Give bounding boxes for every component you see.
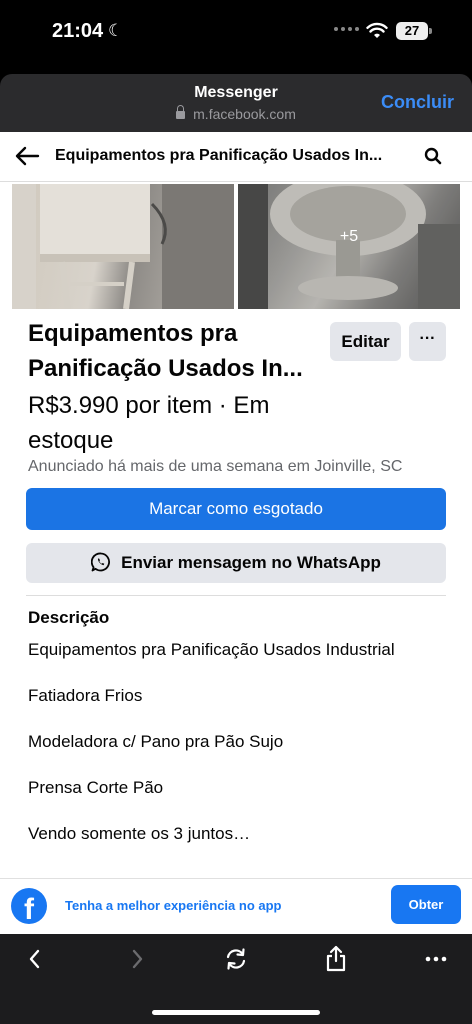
status-time: 21:04 [52, 20, 104, 42]
whatsapp-icon [91, 552, 111, 571]
posted-info: Anunciado há mais de uma semana em Joinv… [28, 458, 403, 475]
moon-icon: ☾ [108, 21, 124, 40]
get-app-button[interactable]: Obter [391, 885, 461, 924]
mark-as-sold-button[interactable]: Marcar como esgotado [26, 488, 446, 530]
price-line: R$3.990 por item · Em [28, 392, 270, 419]
description-line: Prensa Corte Pão [28, 778, 164, 797]
topbar-title: Equipamentos pra Panificação Usados In..… [55, 147, 383, 164]
chevron-right-icon[interactable] [122, 944, 152, 974]
share-icon[interactable] [321, 944, 351, 974]
whatsapp-message-button[interactable]: Enviar mensagem no WhatsApp [26, 543, 446, 583]
availability-line: estoque [28, 427, 114, 454]
description-line: Vendo somente os 3 juntos… [28, 824, 251, 843]
listing-topbar: Equipamentos pra Panificação Usados In..… [0, 132, 472, 182]
description-line: Equipamentos pra Panificação Usados Indu… [28, 640, 395, 659]
edit-button[interactable]: Editar [330, 322, 401, 361]
facebook-logo: f [11, 888, 47, 924]
photo-gallery: +5 [12, 184, 460, 309]
more-icon[interactable] [421, 944, 451, 974]
description-line: Fatiadora Frios [28, 686, 143, 705]
app-banner-text: Tenha a melhor experiência no app [65, 898, 282, 913]
reload-icon[interactable] [221, 944, 251, 974]
status-bar: 21:04 ☾ 27 [0, 0, 472, 66]
description-line: Modeladora c/ Pano pra Pão Sujo [28, 732, 284, 751]
listing-photo[interactable] [12, 184, 234, 309]
chevron-left-icon[interactable] [20, 944, 50, 974]
marketplace-page: Equipamentos pra Panificação Usados In..… [0, 132, 472, 934]
back-arrow-icon[interactable] [14, 144, 40, 168]
open-in-app-banner: f Tenha a melhor experiência no app Obte… [0, 878, 472, 934]
price-availability: R$3.990 por item · Em estoque [28, 388, 328, 458]
product-title: Equipamentos pra Panificação Usados In..… [28, 316, 328, 386]
sheet-url: m.facebook.com [193, 106, 296, 122]
battery-indicator: 27 [396, 22, 428, 40]
done-button[interactable]: Concluir [381, 92, 454, 113]
cellular-signal-icon [334, 27, 360, 39]
more-photos-overlay[interactable]: +5 [238, 184, 460, 309]
more-options-button[interactable]: ··· [409, 322, 446, 361]
section-divider [26, 595, 446, 596]
description-heading: Descrição [28, 608, 110, 627]
product-title-line: Equipamentos pra [28, 320, 238, 347]
wifi-icon [366, 22, 388, 38]
battery-cap [429, 28, 432, 34]
browser-sheet-header: Messenger m.facebook.com Concluir [0, 74, 472, 132]
lock-icon [176, 105, 186, 119]
search-icon[interactable] [424, 147, 442, 165]
product-title-line: Panificação Usados In... [28, 355, 303, 382]
whatsapp-button-label: Enviar mensagem no WhatsApp [121, 553, 381, 572]
home-indicator[interactable] [152, 1010, 320, 1015]
